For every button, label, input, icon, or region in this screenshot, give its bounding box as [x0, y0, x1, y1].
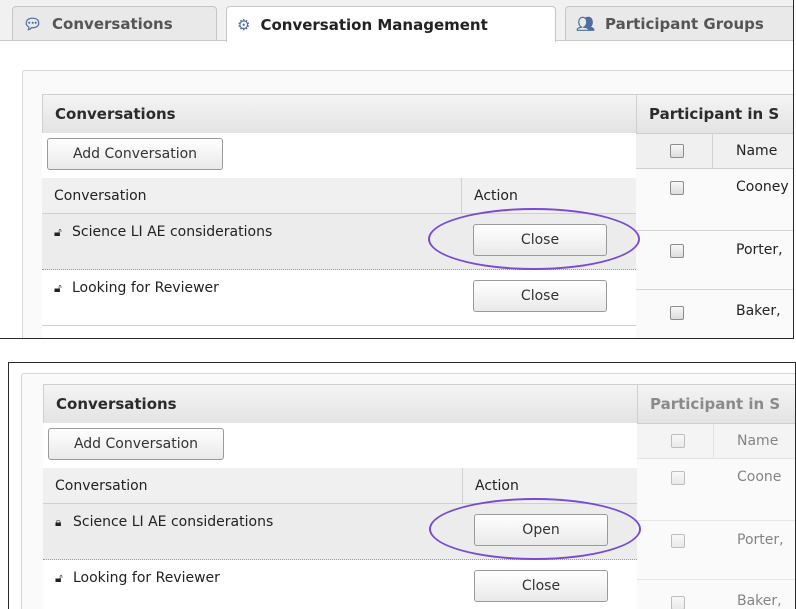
conversations-panel-header: Conversations — [42, 94, 638, 134]
conversation-name: Looking for Reviewer — [73, 570, 220, 586]
participant-checkbox[interactable] — [670, 306, 684, 320]
screenshot-before: 💬︎ Conversations ⚙ Conversation Manageme… — [0, 0, 794, 339]
tab-label: Participant Groups — [605, 14, 764, 33]
tab-participant-groups[interactable]: 👥︎ Participant Groups — [565, 6, 793, 40]
column-divider — [712, 134, 713, 168]
select-all-checkbox[interactable] — [670, 144, 684, 158]
participant-name: Baker, — [736, 303, 781, 319]
action-label: Close — [521, 578, 561, 594]
column-divider — [713, 424, 714, 458]
add-conversation-button[interactable]: Add Conversation — [47, 138, 223, 170]
table-row[interactable]: 🔓︎ Looking for Reviewer Close — [42, 270, 636, 326]
participants-title: Participant in S — [650, 395, 781, 413]
select-all-checkbox[interactable] — [671, 434, 685, 448]
column-action: Action — [474, 187, 518, 204]
panel-title: Conversations — [56, 395, 177, 413]
participant-name: Baker, — [737, 593, 782, 609]
participant-name: Cooney — [736, 179, 789, 195]
screenshot-after: Conversations Participant in S Add Conve… — [8, 362, 796, 609]
action-label: Close — [520, 288, 560, 304]
add-conversation-label: Add Conversation — [72, 146, 198, 162]
conversation-name: Science LI AE considerations — [73, 514, 274, 530]
row-divider — [637, 520, 795, 521]
column-conversation: Conversation — [55, 477, 148, 494]
conversation-name: Looking for Reviewer — [72, 280, 219, 296]
name-column-header: Name — [737, 433, 779, 449]
participants-list: Name Coone Porter, Baker, — [637, 424, 795, 609]
participants-panel-header: Participant in S — [636, 94, 793, 134]
participant-name: Porter, — [736, 242, 783, 258]
name-column-header: Name — [736, 143, 778, 159]
participant-name: Porter, — [737, 532, 784, 548]
row-divider — [636, 289, 793, 290]
tab-label: Conversation Management — [260, 15, 488, 34]
row-divider — [637, 579, 795, 580]
participant-checkbox[interactable] — [670, 244, 684, 258]
group-icon: 👥︎ — [576, 14, 596, 33]
column-divider — [461, 178, 462, 214]
close-button[interactable]: Close — [473, 280, 607, 312]
unlocked-icon: 🔓︎ — [54, 281, 62, 295]
tab-conversation-management[interactable]: ⚙ Conversation Management — [226, 6, 556, 42]
add-conversation-button[interactable]: Add Conversation — [48, 428, 224, 460]
highlight-circle — [428, 208, 640, 270]
participant-checkbox[interactable] — [671, 596, 685, 609]
participant-checkbox[interactable] — [671, 471, 685, 485]
participants-title: Participant in S — [649, 105, 780, 123]
conversations-panel-header: Conversations — [43, 384, 639, 424]
row-divider — [636, 230, 793, 231]
gears-icon: ⚙ — [237, 15, 251, 34]
participants-panel-header: Participant in S — [637, 384, 795, 424]
close-button[interactable]: Close — [474, 570, 608, 602]
participant-name: Coone — [737, 469, 782, 485]
column-divider — [462, 468, 463, 504]
locked-icon: 🔒︎ — [55, 515, 62, 529]
tab-label: Conversations — [52, 14, 173, 33]
tab-bar: 💬︎ Conversations ⚙ Conversation Manageme… — [0, 0, 793, 42]
tab-conversations[interactable]: 💬︎ Conversations — [12, 6, 217, 40]
participant-checkbox[interactable] — [670, 181, 684, 195]
participant-checkbox[interactable] — [671, 534, 685, 548]
conversation-name: Science LI AE considerations — [72, 224, 273, 240]
unlocked-icon: 🔓︎ — [54, 225, 62, 239]
participants-list: Name Cooney Porter, Baker, — [636, 134, 793, 338]
chat-bubbles-icon: 💬︎ — [23, 14, 43, 33]
highlight-circle — [429, 498, 641, 560]
add-conversation-label: Add Conversation — [73, 436, 199, 452]
unlocked-icon: 🔓︎ — [55, 571, 63, 585]
column-action: Action — [475, 477, 519, 494]
column-conversation: Conversation — [54, 187, 147, 204]
panel-title: Conversations — [55, 105, 176, 123]
table-row[interactable]: 🔓︎ Looking for Reviewer Close — [43, 560, 637, 609]
